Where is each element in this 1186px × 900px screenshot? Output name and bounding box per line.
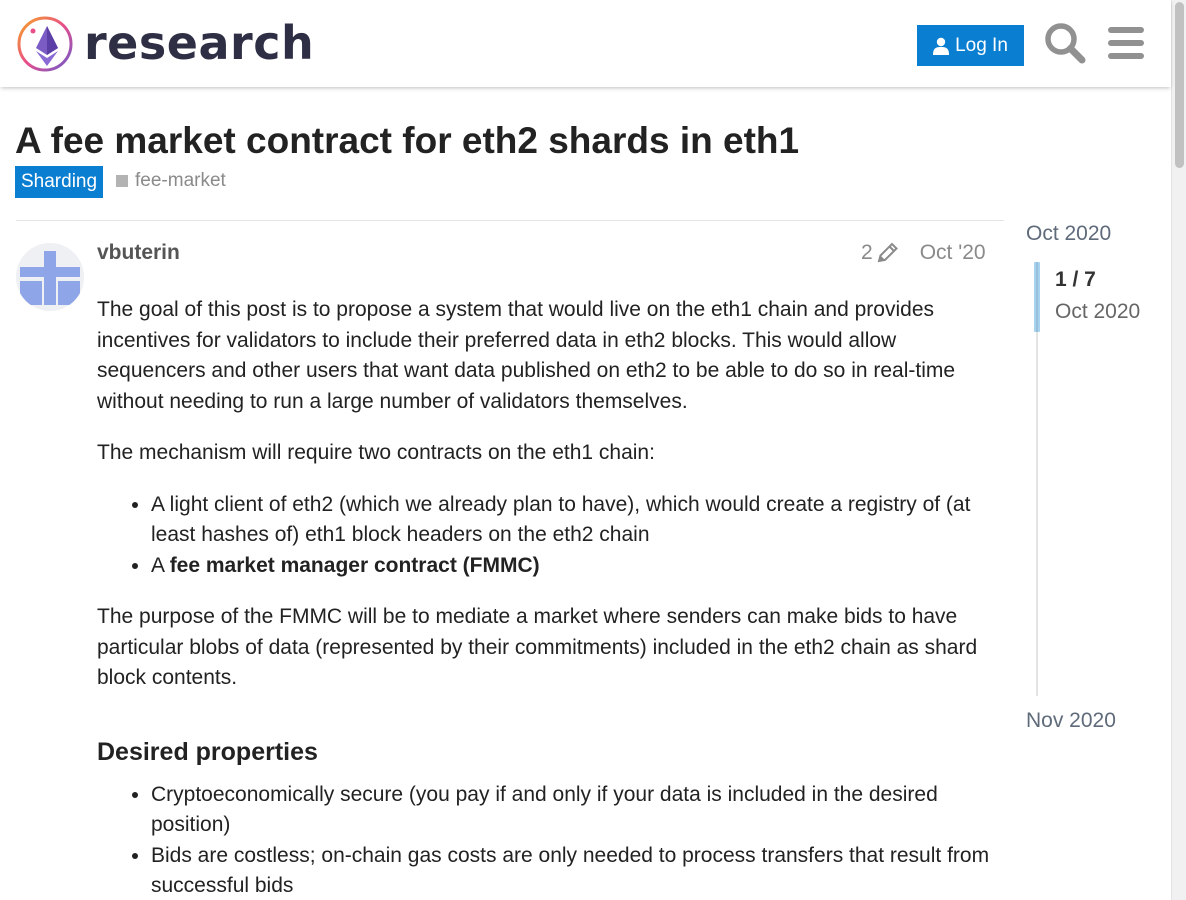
properties-list: Cryptoeconomically secure (you pay if an… (151, 780, 997, 900)
section-heading: Desired properties (97, 737, 318, 766)
category-badge[interactable]: Sharding (15, 166, 104, 198)
post-username[interactable]: vbuterin (97, 241, 180, 265)
list-item: A fee market manager contract (FMMC) (151, 551, 997, 582)
post-paragraph: The purpose of the FMMC will be to media… (97, 605, 978, 689)
search-icon[interactable] (1044, 22, 1086, 64)
list-item: Bids are costless; on-chain gas costs ar… (151, 841, 997, 900)
topic-divider (16, 220, 1004, 221)
list-item-prefix: A (151, 553, 170, 577)
edit-history-button[interactable]: 2 (861, 241, 900, 265)
login-button[interactable]: Log In (917, 25, 1024, 66)
timeline-handle[interactable] (1034, 262, 1040, 332)
list-item-bold: fee market manager contract (FMMC) (169, 553, 540, 577)
tag-square-icon (116, 175, 128, 187)
post-meta: 2 Oct '20 (861, 241, 986, 265)
list-item: A light client of eth2 (which we already… (151, 490, 997, 551)
scrollbar-thumb[interactable] (1175, 2, 1184, 168)
tag-fee-market[interactable]: fee-market (116, 166, 226, 196)
timeline-start-date[interactable]: Oct 2020 (1026, 222, 1111, 246)
post-date[interactable]: Oct '20 (920, 241, 986, 265)
topic-title[interactable]: A fee market contract for eth2 shards in… (15, 120, 799, 162)
user-icon (933, 37, 950, 55)
pencil-icon (877, 242, 898, 263)
topic-timeline: Oct 2020 1 / 7 Oct 2020 Nov 2020 (1026, 220, 1176, 740)
login-label: Log In (955, 34, 1008, 56)
timeline-end-date[interactable]: Nov 2020 (1026, 709, 1116, 733)
contracts-list: A light client of eth2 (which we already… (151, 490, 997, 582)
timeline-current-date: Oct 2020 (1055, 300, 1141, 323)
list-item: Cryptoeconomically secure (you pay if an… (151, 780, 997, 841)
avatar[interactable] (16, 243, 84, 311)
site-header: research Log In (0, 0, 1171, 87)
logo-text[interactable]: research (84, 14, 314, 72)
timeline-position[interactable]: 1 / 7 (1055, 268, 1096, 292)
logo-icon[interactable] (16, 15, 74, 73)
avatar-pattern-icon (20, 251, 80, 305)
post-body: The goal of this post is to propose a sy… (97, 295, 997, 900)
tag-label: fee-market (135, 170, 226, 191)
post-paragraph: The goal of this post is to propose a sy… (97, 298, 956, 413)
post-paragraph: The mechanism will require two contracts… (97, 441, 655, 464)
menu-icon[interactable] (1106, 24, 1146, 62)
edit-count: 2 (861, 241, 873, 264)
